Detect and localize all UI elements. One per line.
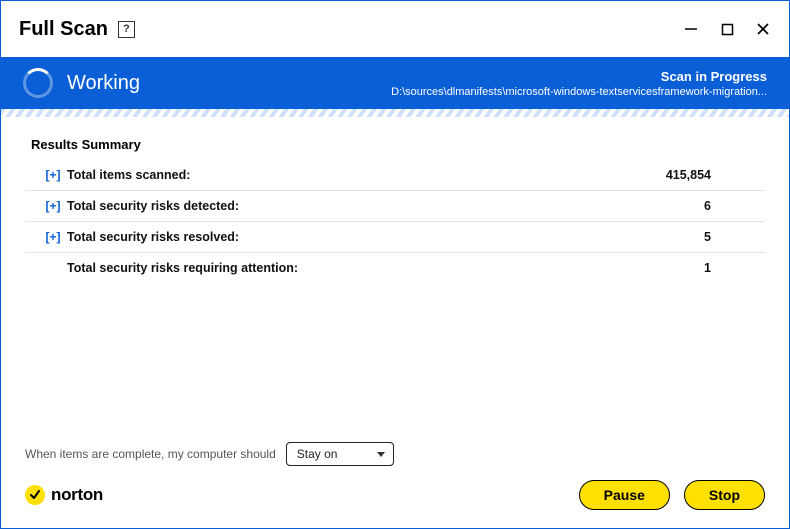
expand-toggle[interactable]: [+] — [33, 230, 67, 244]
progress-stripe — [1, 109, 789, 117]
summary-heading: Results Summary — [25, 135, 765, 154]
stop-button[interactable]: Stop — [684, 480, 765, 510]
row-value: 1 — [704, 261, 757, 275]
row-value: 5 — [704, 230, 757, 244]
table-row: Total security risks requiring attention… — [25, 253, 765, 283]
footer-option-row: When items are complete, my computer sho… — [1, 436, 789, 476]
action-buttons: Pause Stop — [579, 480, 765, 510]
status-heading: Scan in Progress — [391, 69, 767, 84]
minimize-icon — [684, 22, 698, 36]
expand-toggle[interactable]: [+] — [33, 168, 67, 182]
minimize-button[interactable] — [683, 21, 699, 37]
row-label: Total security risks detected: — [67, 199, 704, 213]
brand-logo: norton — [25, 485, 103, 505]
status-right: Scan in Progress D:\sources\dlmanifests\… — [391, 69, 767, 98]
footer-bar: norton Pause Stop — [1, 476, 789, 528]
table-row: [+]Total security risks resolved:5 — [25, 222, 765, 253]
select-value: Stay on — [297, 447, 338, 461]
spinner-icon — [23, 68, 53, 98]
expand-toggle[interactable]: [+] — [33, 199, 67, 213]
status-label: Working — [67, 72, 140, 95]
status-path: D:\sources\dlmanifests\microsoft-windows… — [391, 86, 767, 98]
row-label: Total security risks requiring attention… — [67, 261, 704, 275]
row-label: Total items scanned: — [67, 168, 666, 182]
summary-table: [+]Total items scanned:415,854[+]Total s… — [25, 160, 765, 283]
app-window: Full Scan ? Working Scan in Progress D:\… — [0, 0, 790, 529]
status-left: Working — [23, 68, 140, 98]
table-row: [+]Total security risks detected:6 — [25, 191, 765, 222]
brand-text: norton — [51, 485, 103, 505]
maximize-button[interactable] — [719, 21, 735, 37]
row-value: 415,854 — [666, 168, 757, 182]
chevron-down-icon — [377, 447, 385, 461]
close-button[interactable] — [755, 21, 771, 37]
pause-button[interactable]: Pause — [579, 480, 670, 510]
help-button[interactable]: ? — [118, 21, 135, 38]
status-bar: Working Scan in Progress D:\sources\dlma… — [1, 57, 789, 109]
table-row: [+]Total items scanned:415,854 — [25, 160, 765, 191]
titlebar: Full Scan ? — [1, 1, 789, 57]
title-group: Full Scan ? — [19, 18, 135, 41]
content-area: Results Summary [+]Total items scanned:4… — [1, 117, 789, 436]
row-label: Total security risks resolved: — [67, 230, 704, 244]
window-controls — [683, 21, 771, 37]
norton-badge-icon — [25, 485, 45, 505]
row-value: 6 — [704, 199, 757, 213]
power-action-select[interactable]: Stay on — [286, 442, 394, 466]
window-title: Full Scan — [19, 18, 108, 41]
footer-prompt: When items are complete, my computer sho… — [25, 447, 276, 461]
close-icon — [756, 22, 770, 36]
maximize-icon — [721, 23, 734, 36]
